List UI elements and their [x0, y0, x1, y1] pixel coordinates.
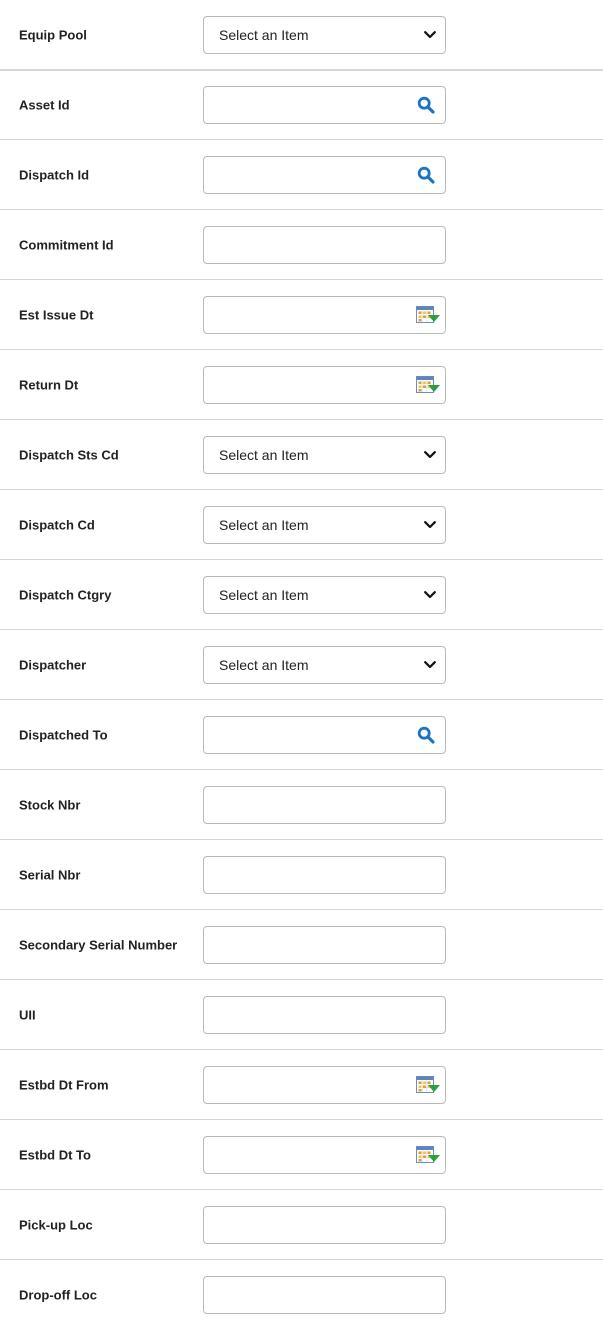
asset-id-input[interactable]	[203, 86, 446, 124]
dropoff-loc-label: Drop-off Loc	[19, 1287, 97, 1303]
asset-id-label: Asset Id	[19, 97, 70, 113]
dispatch-id-label: Dispatch Id	[19, 167, 90, 182]
pickup-loc-label: Pick-up Loc	[19, 1217, 93, 1232]
chevron-down-icon	[424, 521, 436, 529]
search-icon[interactable]	[417, 726, 435, 744]
row-estbd-dt-from: Estbd Dt From	[0, 1050, 603, 1120]
dispatched-to-input[interactable]	[203, 715, 446, 754]
chevron-down-icon	[424, 451, 436, 459]
est-issue-dt-input[interactable]	[203, 295, 446, 334]
est-issue-dt-label: Est Issue Dt	[19, 307, 94, 322]
dispatch-sts-cd-label: Dispatch Sts Cd	[19, 447, 119, 462]
dispatcher-select[interactable]: Select an Item	[203, 645, 446, 684]
uii-label: UII	[19, 1007, 36, 1022]
row-estbd-dt-to: Estbd Dt To	[0, 1120, 603, 1190]
dropoff-loc-input[interactable]	[203, 1276, 446, 1314]
stock-nbr-label: Stock Nbr	[19, 797, 81, 812]
row-est-issue-dt: Est Issue Dt	[0, 280, 603, 350]
serial-nbr-input[interactable]	[203, 855, 446, 894]
dispatch-ctgry-select[interactable]: Select an Item	[203, 575, 446, 614]
commitment-id-label: Commitment Id	[19, 237, 114, 252]
dispatched-to-label: Dispatched To	[19, 727, 108, 742]
row-dispatch-sts-cd: Dispatch Sts Cd Select an Item	[0, 420, 603, 490]
row-dispatch-ctgry: Dispatch Ctgry Select an Item	[0, 560, 603, 630]
chevron-down-icon	[424, 661, 436, 669]
estbd-dt-from-input[interactable]	[203, 1065, 446, 1104]
pickup-loc-input[interactable]	[203, 1205, 446, 1244]
dispatch-cd-select[interactable]: Select an Item	[203, 505, 446, 544]
dispatch-cd-select-value: Select an Item	[219, 516, 309, 533]
serial-nbr-label: Serial Nbr	[19, 867, 81, 882]
row-return-dt: Return Dt	[0, 350, 603, 420]
row-dispatch-id: Dispatch Id	[0, 140, 603, 210]
row-dispatcher: Dispatcher Select an Item	[0, 630, 603, 700]
row-secondary-serial-number: Secondary Serial Number	[0, 910, 603, 980]
dispatch-sts-cd-select[interactable]: Select an Item	[203, 435, 446, 474]
dispatch-id-input[interactable]	[203, 155, 446, 194]
return-dt-input[interactable]	[203, 365, 446, 404]
calendar-icon[interactable]	[416, 376, 440, 394]
dispatcher-select-value: Select an Item	[219, 656, 309, 673]
row-serial-nbr: Serial Nbr	[0, 840, 603, 910]
row-commitment-id: Commitment Id	[0, 210, 603, 280]
dispatch-cd-label: Dispatch Cd	[19, 517, 95, 532]
row-equip-pool: Equip Pool Select an Item	[0, 0, 603, 70]
uii-input[interactable]	[203, 995, 446, 1034]
row-dispatch-cd: Dispatch Cd Select an Item	[0, 490, 603, 560]
search-icon[interactable]	[417, 166, 435, 184]
estbd-dt-to-input[interactable]	[203, 1135, 446, 1174]
search-icon[interactable]	[417, 96, 435, 114]
estbd-dt-from-label: Estbd Dt From	[19, 1077, 109, 1092]
row-pickup-loc: Pick-up Loc	[0, 1190, 603, 1260]
equip-pool-select[interactable]: Select an Item	[203, 15, 446, 54]
dispatch-search-form: Equip Pool Select an Item Asset Id Dispa…	[0, 0, 603, 1330]
dispatch-ctgry-label: Dispatch Ctgry	[19, 587, 112, 602]
commitment-id-input[interactable]	[203, 225, 446, 264]
chevron-down-icon	[424, 591, 436, 599]
dispatch-ctgry-select-value: Select an Item	[219, 586, 309, 603]
secondary-serial-number-label: Secondary Serial Number	[19, 937, 178, 952]
equip-pool-select-value: Select an Item	[219, 26, 309, 43]
row-dispatched-to: Dispatched To	[0, 700, 603, 770]
estbd-dt-to-label: Estbd Dt To	[19, 1147, 91, 1162]
chevron-down-icon	[424, 31, 436, 39]
row-uii: UII	[0, 980, 603, 1050]
row-dropoff-loc: Drop-off Loc	[0, 1260, 603, 1330]
return-dt-label: Return Dt	[19, 377, 79, 392]
secondary-serial-number-input[interactable]	[203, 925, 446, 964]
dispatcher-label: Dispatcher	[19, 657, 87, 672]
equip-pool-label: Equip Pool	[19, 27, 87, 42]
calendar-icon[interactable]	[416, 306, 440, 324]
calendar-icon[interactable]	[416, 1076, 440, 1094]
row-stock-nbr: Stock Nbr	[0, 770, 603, 840]
row-asset-id: Asset Id	[0, 70, 603, 140]
stock-nbr-input[interactable]	[203, 785, 446, 824]
dispatch-sts-cd-select-value: Select an Item	[219, 446, 309, 463]
calendar-icon[interactable]	[416, 1146, 440, 1164]
